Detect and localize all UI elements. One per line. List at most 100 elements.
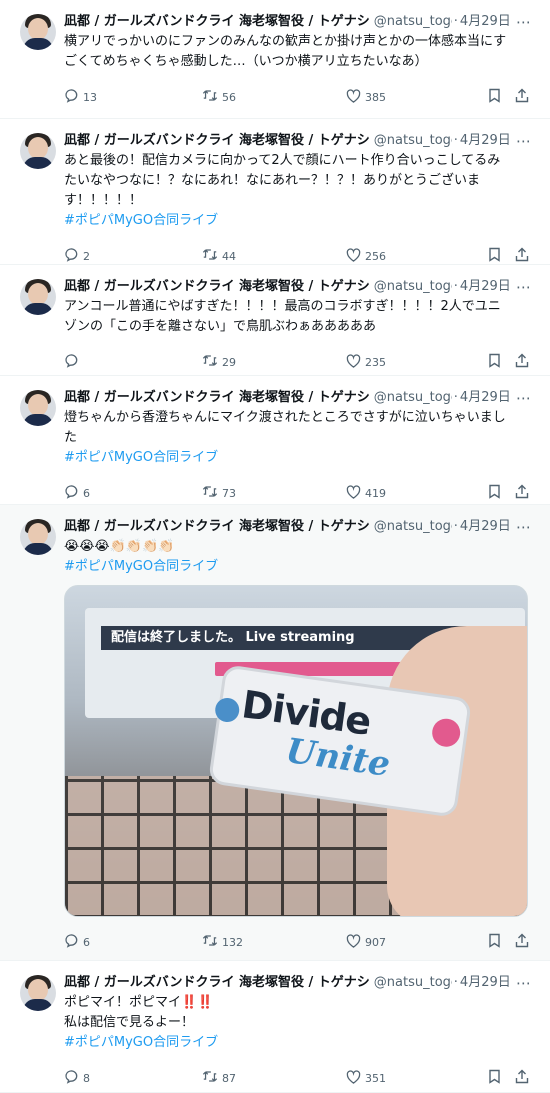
reply-button[interactable]: 13: [64, 78, 97, 116]
tweet[interactable]: 凪都 / ガールズバンドクライ 海老塚智役 / トゲナシ @natsu_toge…: [0, 961, 550, 1093]
tweet-feed: 凪都 / ガールズバンドクライ 海老塚智役 / トゲナシ @natsu_toge…: [0, 0, 550, 1093]
more-icon[interactable]: ⋯: [516, 278, 532, 296]
user-handle[interactable]: @natsu_toge: [374, 973, 452, 993]
retweet-button[interactable]: 87: [202, 1059, 236, 1093]
heart-icon: [346, 353, 361, 371]
avatar[interactable]: [20, 390, 56, 426]
bookmark-button[interactable]: [488, 923, 505, 961]
timestamp[interactable]: 4月29日: [460, 12, 511, 32]
display-name[interactable]: 凪都 / ガールズバンドクライ 海老塚智役 / トゲナシ: [64, 277, 370, 297]
action-bar: 13 56 385: [64, 78, 534, 116]
display-name[interactable]: 凪都 / ガールズバンドクライ 海老塚智役 / トゲナシ: [64, 388, 370, 408]
bookmark-icon: [488, 247, 501, 265]
share-icon: [515, 353, 529, 371]
avatar[interactable]: [20, 14, 56, 50]
more-icon[interactable]: ⋯: [516, 974, 532, 992]
tweet-header: 凪都 / ガールズバンドクライ 海老塚智役 / トゲナシ @natsu_toge…: [64, 517, 534, 537]
like-button[interactable]: 907: [346, 923, 386, 961]
reply-icon: [64, 933, 79, 951]
user-handle[interactable]: @natsu_toge: [374, 277, 452, 297]
hashtag-link[interactable]: #ポピパMyGO合同ライブ: [64, 557, 534, 577]
share-icon: [515, 484, 529, 502]
tweet[interactable]: 凪都 / ガールズバンドクライ 海老塚智役 / トゲナシ @natsu_toge…: [0, 376, 550, 505]
tweet-text: あと最後の！配信カメラに向かって2人で顔にハート作り合いっこしてるみたいなやつな…: [64, 151, 534, 211]
user-handle[interactable]: @natsu_toge: [374, 517, 452, 537]
timestamp[interactable]: 4月29日: [460, 973, 511, 993]
retweet-count: 87: [222, 1071, 236, 1085]
share-button[interactable]: [515, 78, 533, 116]
reply-button[interactable]: 8: [64, 1059, 90, 1093]
like-button[interactable]: 351: [346, 1059, 386, 1093]
reply-count: 2: [83, 249, 90, 263]
bookmark-icon: [488, 88, 501, 106]
display-name[interactable]: 凪都 / ガールズバンドクライ 海老塚智役 / トゲナシ: [64, 12, 370, 32]
retweet-count: 56: [222, 90, 236, 104]
heart-icon: [346, 88, 361, 106]
tweet-body: 😭😭😭👏🏻👏🏻👏🏻👏🏻: [64, 539, 175, 554]
retweet-icon: [202, 933, 218, 951]
tweet[interactable]: 凪都 / ガールズバンドクライ 海老塚智役 / トゲナシ @natsu_toge…: [0, 265, 550, 376]
display-name[interactable]: 凪都 / ガールズバンドクライ 海老塚智役 / トゲナシ: [64, 973, 370, 993]
user-handle[interactable]: @natsu_toge: [374, 131, 452, 151]
retweet-count: 29: [222, 355, 236, 369]
heart-icon: [346, 484, 361, 502]
separator-dot: ·: [453, 390, 458, 405]
action-bar: 6 132 907: [64, 923, 534, 961]
user-handle[interactable]: @natsu_toge: [374, 12, 452, 32]
avatar[interactable]: [20, 975, 56, 1011]
reply-icon: [64, 88, 79, 106]
tweet-photo[interactable]: 配信は終了しました。 Live streaming Divide Unite: [64, 585, 528, 917]
tweet-text: 😭😭😭👏🏻👏🏻👏🏻👏🏻: [64, 537, 534, 557]
like-count: 256: [365, 249, 386, 263]
hashtag-link[interactable]: #ポピパMyGO合同ライブ: [64, 448, 534, 468]
tweet-text: アンコール普通にやばすぎた！！！！最高のコラボすぎ！！！！2人でユニゾンの「この…: [64, 297, 534, 337]
display-name[interactable]: 凪都 / ガールズバンドクライ 海老塚智役 / トゲナシ: [64, 517, 370, 537]
retweet-icon: [202, 1069, 218, 1087]
reply-button[interactable]: 6: [64, 923, 90, 961]
retweet-button[interactable]: 132: [202, 923, 243, 961]
bookmark-icon: [488, 484, 501, 502]
tweet[interactable]: 凪都 / ガールズバンドクライ 海老塚智役 / トゲナシ @natsu_toge…: [0, 505, 550, 961]
bookmark-button[interactable]: [488, 78, 505, 116]
reply-count: 6: [83, 486, 90, 500]
heart-icon: [346, 933, 361, 951]
avatar[interactable]: [20, 279, 56, 315]
separator-dot: ·: [453, 975, 458, 990]
avatar[interactable]: [20, 133, 56, 169]
bookmark-button[interactable]: [488, 1059, 505, 1093]
retweet-button[interactable]: 56: [202, 78, 236, 116]
retweet-icon: [202, 88, 218, 106]
reply-icon: [64, 353, 79, 371]
like-button[interactable]: 385: [346, 78, 386, 116]
separator-dot: ·: [453, 519, 458, 534]
display-name[interactable]: 凪都 / ガールズバンドクライ 海老塚智役 / トゲナシ: [64, 131, 370, 151]
tweet[interactable]: 凪都 / ガールズバンドクライ 海老塚智役 / トゲナシ @natsu_toge…: [0, 0, 550, 119]
reply-count: 6: [83, 935, 90, 949]
share-icon: [515, 88, 529, 106]
more-icon[interactable]: ⋯: [516, 389, 532, 407]
tweet-body: アンコール普通にやばすぎた！！！！最高のコラボすぎ！！！！2人でユニゾンの「この…: [64, 299, 501, 334]
share-button[interactable]: [515, 1059, 533, 1093]
tweet-header: 凪都 / ガールズバンドクライ 海老塚智役 / トゲナシ @natsu_toge…: [64, 12, 534, 32]
share-icon: [515, 933, 529, 951]
share-button[interactable]: [515, 923, 533, 961]
timestamp[interactable]: 4月29日: [460, 131, 511, 151]
heart-icon: [346, 1069, 361, 1087]
more-icon[interactable]: ⋯: [516, 13, 532, 31]
more-icon[interactable]: ⋯: [516, 518, 532, 536]
reply-icon: [64, 247, 79, 265]
retweet-count: 73: [222, 486, 236, 500]
more-icon[interactable]: ⋯: [516, 132, 532, 150]
like-count: 419: [365, 486, 386, 500]
timestamp[interactable]: 4月29日: [460, 517, 511, 537]
hashtag-link[interactable]: #ポピパMyGO合同ライブ: [64, 211, 534, 231]
timestamp[interactable]: 4月29日: [460, 277, 511, 297]
separator-dot: ·: [453, 133, 458, 148]
separator-dot: ·: [453, 279, 458, 294]
timestamp[interactable]: 4月29日: [460, 388, 511, 408]
user-handle[interactable]: @natsu_toge: [374, 388, 452, 408]
avatar[interactable]: [20, 519, 56, 555]
tweet[interactable]: 凪都 / ガールズバンドクライ 海老塚智役 / トゲナシ @natsu_toge…: [0, 119, 550, 265]
hashtag-link[interactable]: #ポピパMyGO合同ライブ: [64, 1033, 534, 1053]
share-icon: [515, 247, 529, 265]
